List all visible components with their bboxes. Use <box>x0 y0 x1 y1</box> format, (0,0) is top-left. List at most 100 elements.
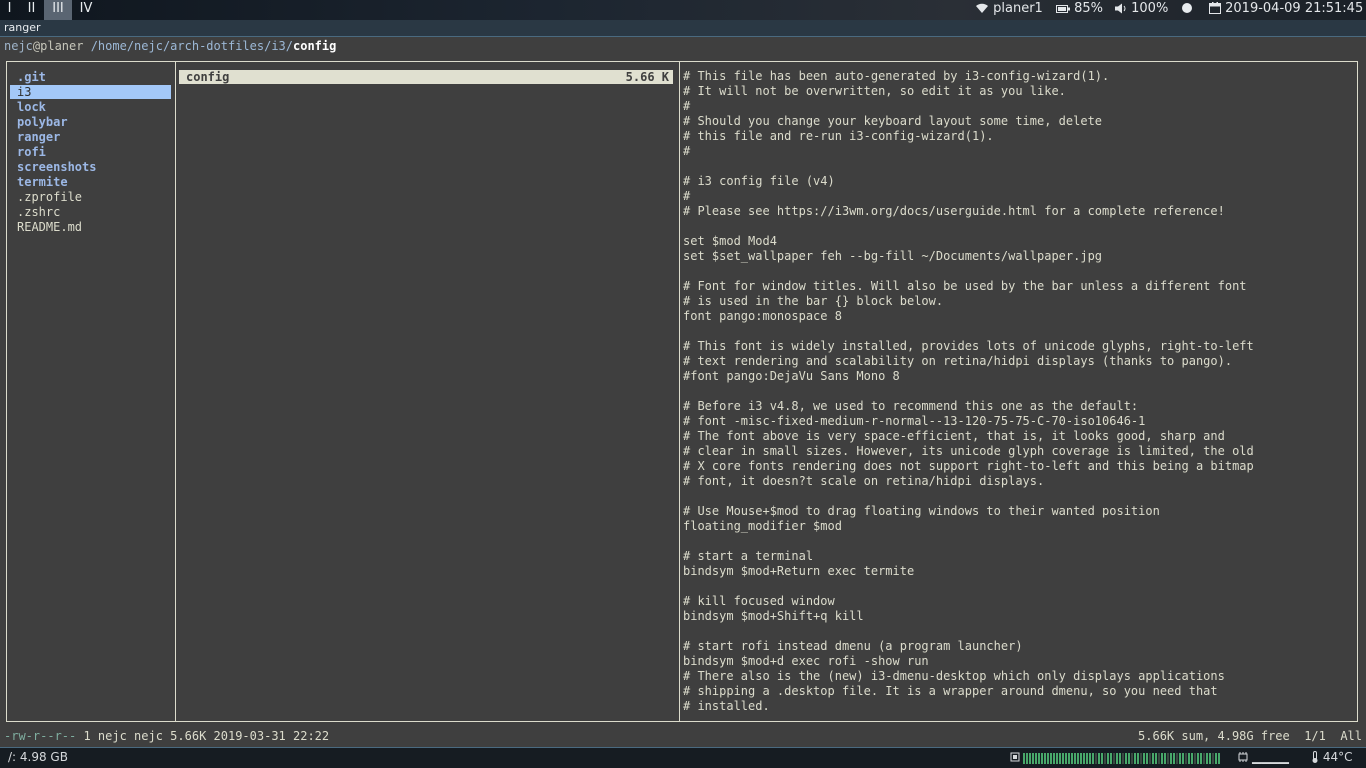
preview-line: # The font above is very space-efficient… <box>683 429 1225 443</box>
wifi-module[interactable]: planer1 <box>975 0 1043 20</box>
preview-line: # installed. <box>683 699 770 713</box>
battery-module[interactable]: 85% <box>1056 0 1103 20</box>
cpu-graph-bar <box>1182 753 1184 764</box>
cpu-graph-bar <box>1059 753 1061 764</box>
cpu-graph-bar <box>1032 753 1034 764</box>
cpu-graph-bar <box>1212 753 1214 764</box>
cpu-graph-bar <box>1053 753 1055 764</box>
path-host: @planer <box>32 39 84 53</box>
preview-line <box>683 384 1254 399</box>
preview-line: font pango:monospace 8 <box>683 309 842 323</box>
preview-line: bindsym $mod+Return exec termite <box>683 564 915 578</box>
directory-entry[interactable]: rofi <box>10 145 171 159</box>
cpu-graph-bar <box>1152 753 1154 764</box>
cpu-graph-bar <box>1218 753 1220 764</box>
preview-line: bindsym $mod+Shift+q kill <box>683 609 864 623</box>
directory-entry[interactable]: termite <box>10 175 171 189</box>
status-line: -rw-r--r-- 1 nejc nejc 5.66K 2019-03-31 … <box>4 729 329 744</box>
directory-entry[interactable]: ranger <box>10 130 171 144</box>
datetime-module[interactable]: 2019-04-09 21:51:45 <box>1209 0 1363 20</box>
file-info: 1 nejc nejc 5.66K 2019-03-31 22:22 <box>76 729 330 743</box>
directory-entry[interactable]: .git <box>10 70 171 84</box>
workspace-4-button[interactable]: IV <box>72 0 100 20</box>
temperature-module: 44°C <box>1311 748 1352 768</box>
window-titlebar[interactable]: ranger <box>0 20 1366 37</box>
cpu-graph-bar <box>1083 753 1085 764</box>
preview-line: # start a terminal <box>683 549 814 563</box>
directory-entry[interactable]: lock <box>10 100 171 114</box>
bottom-bar: /: 4.98 GB ▁▁▁▁ 44°C <box>0 747 1366 768</box>
cpu-graph-bar <box>1209 753 1211 764</box>
cpu-graph-bar <box>1119 753 1121 764</box>
preview-line <box>683 324 1254 339</box>
file-preview-pane[interactable]: # This file has been auto-generated by i… <box>679 61 1358 722</box>
cpu-graph-bar <box>1113 753 1115 764</box>
parent-directory-pane[interactable]: .git i3 lock polybar ranger rofi screenshots te… <box>6 61 175 722</box>
directory-entry[interactable]: screenshots <box>10 160 171 174</box>
cpu-graph-bar <box>1173 753 1175 764</box>
preview-line: # X core fonts rendering does not suppor… <box>683 459 1254 473</box>
cpu-graph-bar <box>1080 753 1082 764</box>
circle-icon[interactable] <box>1181 0 1193 20</box>
cpu-usage-graph <box>1023 753 1221 764</box>
cpu-graph-bar <box>1107 753 1109 764</box>
cpu-graph-bar <box>1137 753 1139 764</box>
cpu-graph-bar <box>1062 753 1064 764</box>
disk-usage: /: 4.98 GB <box>8 750 68 764</box>
cpu-graph-bar <box>1098 753 1100 764</box>
preview-line: # is used in the bar {} block below. <box>683 294 944 308</box>
memory-graph: ▁▁▁▁ <box>1252 750 1289 764</box>
directory-entry[interactable]: polybar <box>10 115 171 129</box>
cpu-graph-bar <box>1092 753 1094 764</box>
cpu-graph-bar <box>1089 753 1091 764</box>
preview-line: bindsym $mod+d exec rofi -show run <box>683 654 929 668</box>
wifi-icon <box>975 1 989 16</box>
preview-line: # Font for window titles. Will also be u… <box>683 279 1247 293</box>
battery-icon <box>1056 1 1070 16</box>
thermometer-icon <box>1311 750 1319 764</box>
status-summary: 5.66K sum, 4.98G free 1/1 All <box>1138 729 1362 743</box>
cpu-graph-bar <box>1104 753 1106 764</box>
current-directory-pane[interactable]: config 5.66 K <box>175 61 679 722</box>
cpu-graph-bar <box>1029 753 1031 764</box>
cpu-graph-bar <box>1158 753 1160 764</box>
cpu-graph-bar <box>1128 753 1130 764</box>
cpu-graph-bar <box>1206 753 1208 764</box>
file-entry-selected[interactable]: config 5.66 K <box>179 70 673 84</box>
path-user: nejc <box>4 39 33 53</box>
cpu-graph-bar <box>1164 753 1166 764</box>
preview-line: # Before i3 v4.8, we used to recommend t… <box>683 399 1139 413</box>
ranger-terminal[interactable]: nejc@planer /home/nejc/arch-dotfiles/i3/… <box>0 37 1366 747</box>
preview-line: # It will not be overwritten, so edit it… <box>683 84 1066 98</box>
workspace-2-button[interactable]: II <box>19 0 44 20</box>
preview-line <box>683 534 1254 549</box>
preview-line: # Use Mouse+$mod to drag floating window… <box>683 504 1160 518</box>
path-dir: /home/nejc/arch-dotfiles/i3/ <box>83 39 293 53</box>
file-entry-name: config <box>186 70 230 84</box>
path-line: nejc@planer /home/nejc/arch-dotfiles/i3/… <box>4 39 336 54</box>
cpu-graph-bar <box>1116 753 1118 764</box>
volume-module[interactable]: 100% <box>1115 0 1168 20</box>
file-entry[interactable]: .zprofile <box>10 190 171 204</box>
preview-line: #font pango:DejaVu Sans Mono 8 <box>683 369 900 383</box>
cpu-graph-bar <box>1170 753 1172 764</box>
cpu-graph-bar <box>1101 753 1103 764</box>
cpu-graph-bar <box>1095 753 1097 764</box>
workspace-1-button[interactable]: I <box>0 0 19 20</box>
file-entry[interactable]: .zshrc <box>10 205 171 219</box>
cpu-graph-bar <box>1140 753 1142 764</box>
preview-line: # kill focused window <box>683 594 835 608</box>
file-entry[interactable]: README.md <box>10 220 171 234</box>
cpu-graph-bar <box>1185 753 1187 764</box>
preview-line: # <box>683 189 691 203</box>
cpu-graph-bar <box>1191 753 1193 764</box>
cpu-graph-bar <box>1176 753 1178 764</box>
cpu-graph-bar <box>1023 753 1025 764</box>
directory-entry[interactable]: i3 <box>10 85 171 99</box>
preview-line: set $set_wallpaper feh --bg-fill ~/Docum… <box>683 249 1103 263</box>
file-entry-size: 5.66 K <box>625 70 669 84</box>
workspace-3-button[interactable]: III <box>44 0 72 20</box>
volume-icon <box>1115 1 1127 16</box>
preview-line: # shipping a .desktop file. It is a wrap… <box>683 684 1218 698</box>
calendar-icon <box>1209 1 1221 16</box>
